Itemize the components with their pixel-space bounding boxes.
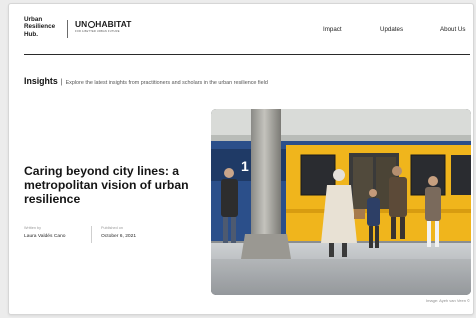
hero-image: 1 <box>211 109 471 295</box>
nav-updates[interactable]: Updates <box>380 26 403 33</box>
globe-icon <box>87 21 95 28</box>
author-block: Written by Laura Valdés Cano <box>24 226 66 240</box>
header-divider <box>24 54 470 55</box>
un-habitat-logo[interactable]: UN HABITAT FOR A BETTER URBAN FUTURE <box>75 19 132 34</box>
insights-heading-row: Insights | Explore the latest insights f… <box>24 76 268 86</box>
image-caption: Image: Ayeh van Veen © <box>425 298 470 303</box>
insights-separator: | <box>60 79 63 86</box>
publish-date: October 6, 2021 <box>101 234 137 239</box>
author-name[interactable]: Laura Valdés Cano <box>24 233 66 240</box>
date-block: Published on October 6, 2021 <box>101 226 136 240</box>
insights-description: Explore the latest insights from practit… <box>65 80 268 86</box>
meta-divider <box>91 226 92 243</box>
insights-title: Insights <box>24 76 58 86</box>
brand-logo[interactable]: Urban Resilience Hub. <box>24 16 64 38</box>
article-title[interactable]: Caring beyond city lines: a metropolitan… <box>24 164 209 207</box>
author-label: Written by <box>24 226 42 230</box>
svg-text:1: 1 <box>241 158 249 174</box>
nav-impact[interactable]: Impact <box>323 26 342 33</box>
brand-line: Resilience <box>24 23 56 31</box>
un-logo-tagline: FOR A BETTER URBAN FUTURE <box>75 30 120 33</box>
un-logo-suffix: HABITAT <box>95 19 132 29</box>
brand-line: Urban <box>24 16 43 23</box>
site-header: Urban Resilience Hub. UN HABITAT FOR A B… <box>9 4 473 54</box>
page-frame: Urban Resilience Hub. UN HABITAT FOR A B… <box>8 3 474 315</box>
un-logo-prefix: UN <box>75 19 88 29</box>
logo-divider <box>67 20 68 38</box>
date-label: Published on <box>101 226 123 230</box>
train-station-photo: 1 <box>211 109 471 295</box>
brand-line: Hub. <box>24 30 38 38</box>
nav-about-us[interactable]: About Us <box>440 26 465 33</box>
